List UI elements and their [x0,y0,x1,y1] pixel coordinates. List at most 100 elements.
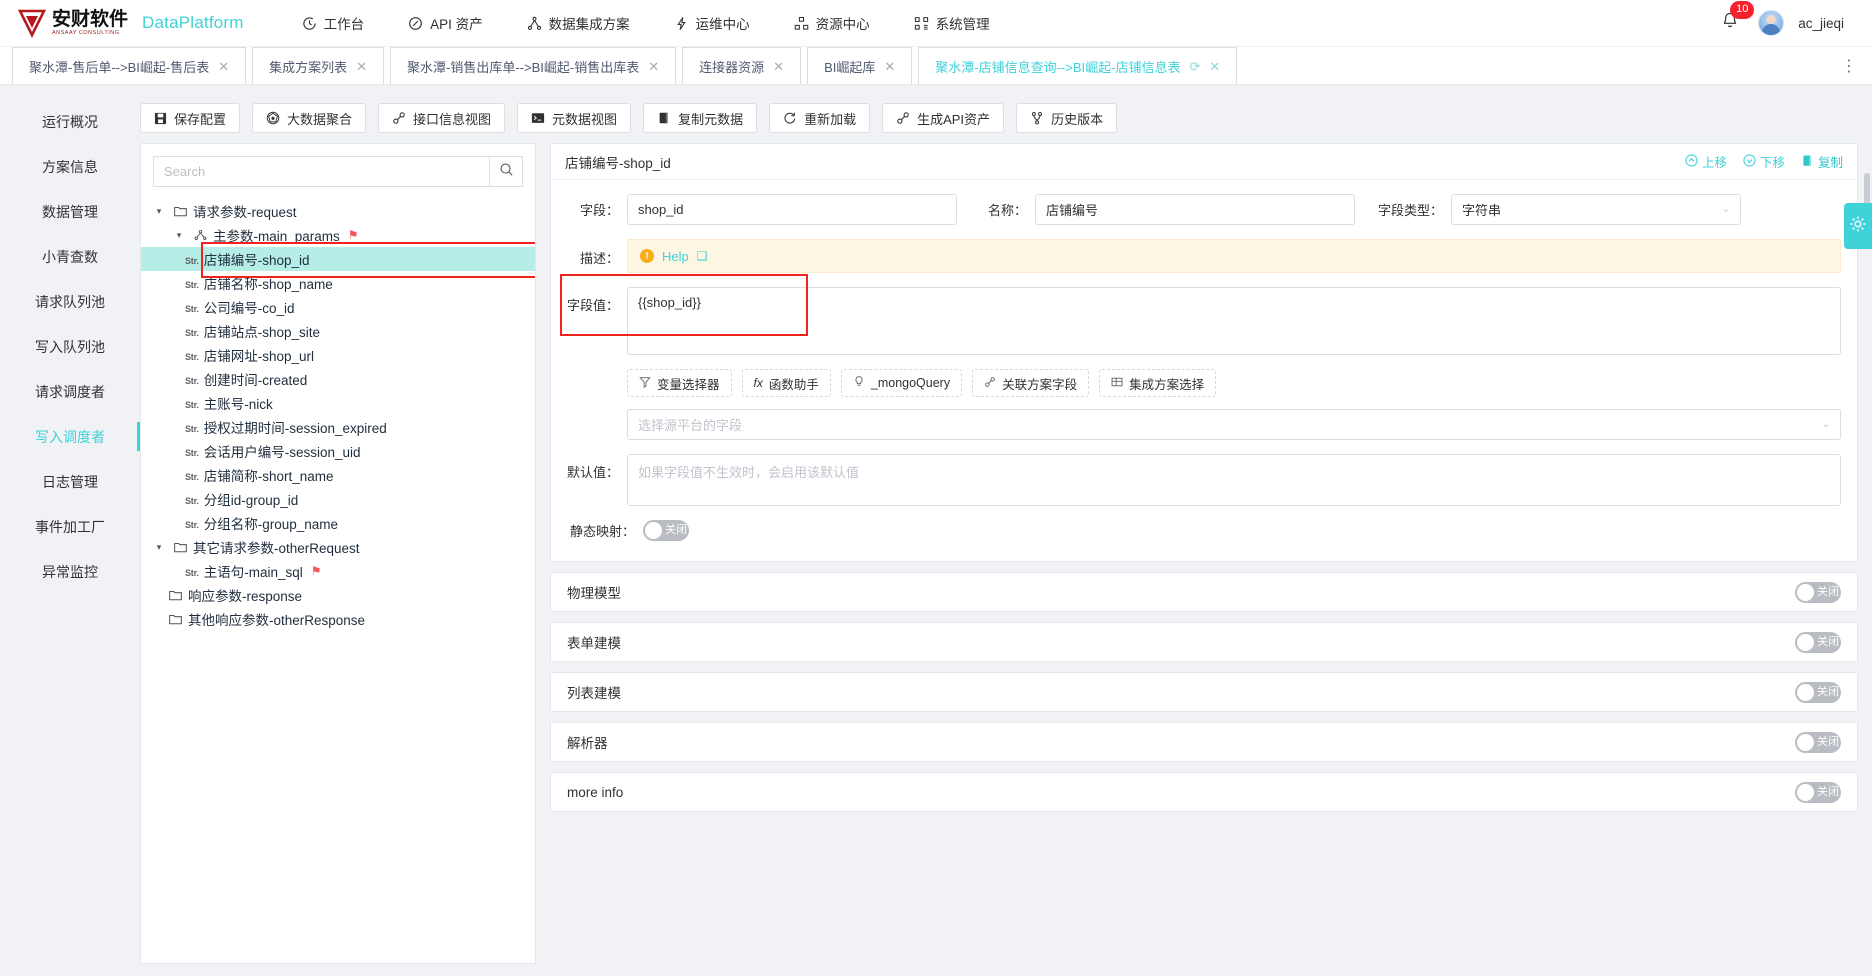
more-info-toggle[interactable]: 关闭 [1795,781,1841,803]
tree-node-main-sql[interactable]: Str. 主语句-main_sql ⚑ [141,559,535,583]
physical-model-toggle[interactable]: 关闭 [1795,581,1841,603]
close-icon[interactable]: ✕ [648,60,659,73]
tree-node-request[interactable]: ▾ 请求参数-request [141,199,535,223]
refresh-icon[interactable]: ⟳ [1189,60,1200,73]
sidebar-item-xiaoqing-query[interactable]: 小青查数 [0,234,140,279]
field-code-input[interactable]: shop_id [627,194,957,225]
source-field-select[interactable]: 选择源平台的字段 ⌄ [627,409,1841,440]
parser-toggle[interactable]: 关闭 [1795,731,1841,753]
sidebar-item-event-factory[interactable]: 事件加工厂 [0,504,140,549]
folder-icon [172,541,188,553]
tab-item[interactable]: BI崛起库 ✕ [807,47,913,84]
notifications-button[interactable]: 10 [1720,1,1755,36]
nav-item-workbench[interactable]: 工作台 [280,0,387,47]
chevron-down-icon[interactable]: ▾ [171,230,187,241]
avatar[interactable] [1758,10,1785,36]
sidebar-item-request-scheduler[interactable]: 请求调度者 [0,369,140,414]
history-version-button[interactable]: 历史版本 [1016,103,1118,133]
username-label[interactable]: ac_jieqi [1798,16,1844,31]
tree-node-shop-url[interactable]: Str. 店铺网址-shop_url [141,343,535,367]
tree-node-created[interactable]: Str. 创建时间-created [141,367,535,391]
tab-item[interactable]: 聚水潭-售后单-->BI崛起-售后表 ✕ [12,47,247,84]
tab-item[interactable]: 集成方案列表 ✕ [252,47,385,84]
close-icon[interactable]: ✕ [356,60,367,73]
mongo-query-button[interactable]: _mongoQuery [840,369,963,397]
sidebar-item-write-scheduler[interactable]: 写入调度者 [0,414,140,459]
move-up-button[interactable]: 上移 [1685,152,1727,171]
integration-solution-select-button[interactable]: 集成方案选择 [1099,369,1217,397]
nav-item-resource-center[interactable]: 资源中心 [772,0,892,47]
tree-node-co-id[interactable]: Str. 公司编号-co_id [141,295,535,319]
accordion-form-modeling[interactable]: 表单建模 关闭 [550,622,1858,662]
nav-item-system-admin[interactable]: 系统管理 [892,0,1012,47]
interface-info-view-button[interactable]: 接口信息视图 [378,103,506,133]
toggle-state-label: 关闭 [1817,635,1839,648]
field-value-textarea[interactable]: {{shop_id}} [627,287,1841,355]
tab-item-active[interactable]: 聚水潭-店铺信息查询-->BI崛起-店铺信息表 ⟳ ✕ [918,47,1238,84]
toggle-knob [1797,633,1814,651]
tree-node-shop-site[interactable]: Str. 店铺站点-shop_site [141,319,535,343]
tree-node-group-id[interactable]: Str. 分组id-group_id [141,487,535,511]
brand[interactable]: 安财软件 ANSAAY CONSULTING DataPlatform [17,8,244,38]
nav-item-data-integration[interactable]: 数据集成方案 [505,0,652,47]
tab-item[interactable]: 连接器资源 ✕ [682,47,802,84]
tree-node-shop-name[interactable]: Str. 店铺名称-shop_name [141,271,535,295]
close-icon[interactable]: ✕ [1209,60,1220,73]
string-type-tag: Str. [185,328,199,338]
related-solution-field-button[interactable]: 关联方案字段 [972,369,1090,397]
settings-drawer-handle[interactable] [1844,203,1872,249]
sidebar-item-overview[interactable]: 运行概况 [0,99,140,144]
tree-node-short-name[interactable]: Str. 店铺简称-short_name [141,463,535,487]
close-icon[interactable]: ✕ [218,60,229,73]
sidebar-item-exception-monitor[interactable]: 异常监控 [0,549,140,594]
nav-item-api-assets[interactable]: API 资产 [386,0,505,47]
big-data-aggregate-button[interactable]: 大数据聚合 [252,103,367,133]
close-icon[interactable]: ✕ [884,60,895,73]
tree-node-session-uid[interactable]: Str. 会话用户编号-session_uid [141,439,535,463]
copy-metadata-button[interactable]: 复制元数据 [643,103,758,133]
tree-node-response[interactable]: 响应参数-response [141,583,535,607]
search-input[interactable]: Search [153,156,489,187]
list-modeling-toggle[interactable]: 关闭 [1795,681,1841,703]
generate-api-asset-button[interactable]: 生成API资产 [882,103,1005,133]
string-type-tag: Str. [185,376,199,386]
close-icon[interactable]: ✕ [773,60,784,73]
sidebar-item-write-queue[interactable]: 写入队列池 [0,324,140,369]
tab-overflow-button[interactable]: ⋮ [1827,47,1872,84]
tree-node-shop-id[interactable]: Str. 店铺编号-shop_id [141,242,535,278]
tree-node-session-expired[interactable]: Str. 授权过期时间-session_expired [141,415,535,439]
accordion-list-modeling[interactable]: 列表建模 关闭 [550,672,1858,712]
sidebar-item-solution-info[interactable]: 方案信息 [0,144,140,189]
tree-node-main-params[interactable]: ▾ 主参数-main_params ⚑ [141,223,535,247]
function-helper-button[interactable]: fx 函数助手 [741,369,831,397]
sidebar-item-log-management[interactable]: 日志管理 [0,459,140,504]
tree-node-other-response[interactable]: 其他响应参数-otherResponse [141,607,535,631]
form-modeling-toggle[interactable]: 关闭 [1795,631,1841,653]
sidebar-item-request-queue[interactable]: 请求队列池 [0,279,140,324]
accordion-more-info[interactable]: more info 关闭 [550,772,1858,812]
chevron-down-icon[interactable]: ▾ [151,206,167,217]
tree-node-nick[interactable]: Str. 主账号-nick [141,391,535,415]
chevron-down-icon[interactable]: ▾ [151,542,167,553]
tree-node-group-name[interactable]: Str. 分组名称-group_name [141,511,535,535]
variable-selector-button[interactable]: 变量选择器 [627,369,732,397]
field-type-select[interactable]: 字符串 ⌄ [1451,194,1741,225]
save-config-button[interactable]: 保存配置 [140,103,241,133]
tree-node-label: 公司编号-co_id [203,301,295,316]
default-value-textarea[interactable]: 如果字段值不生效时，会启用该默认值 [627,454,1841,506]
copy-field-button[interactable]: 复制 [1801,152,1843,171]
accordion-parser[interactable]: 解析器 关闭 [550,722,1858,762]
static-mapping-toggle[interactable]: 关闭 [643,520,689,541]
sidebar-item-data-management[interactable]: 数据管理 [0,189,140,234]
field-name-input[interactable]: 店铺编号 [1035,194,1355,225]
help-link[interactable]: Help [662,249,689,264]
tree-node-other-request[interactable]: ▾ 其它请求参数-otherRequest [141,535,535,559]
reload-button[interactable]: 重新加载 [769,103,871,133]
move-down-button[interactable]: 下移 [1743,152,1785,171]
tab-item[interactable]: 聚水潭-销售出库单-->BI崛起-销售出库表 ✕ [390,47,677,84]
accordion-physical-model[interactable]: 物理模型 关闭 [550,572,1858,612]
search-button[interactable] [489,156,523,187]
document-icon[interactable]: ❑ [697,249,708,263]
metadata-view-button[interactable]: 元数据视图 [517,103,632,133]
nav-item-ops-center[interactable]: 运维中心 [652,0,772,47]
